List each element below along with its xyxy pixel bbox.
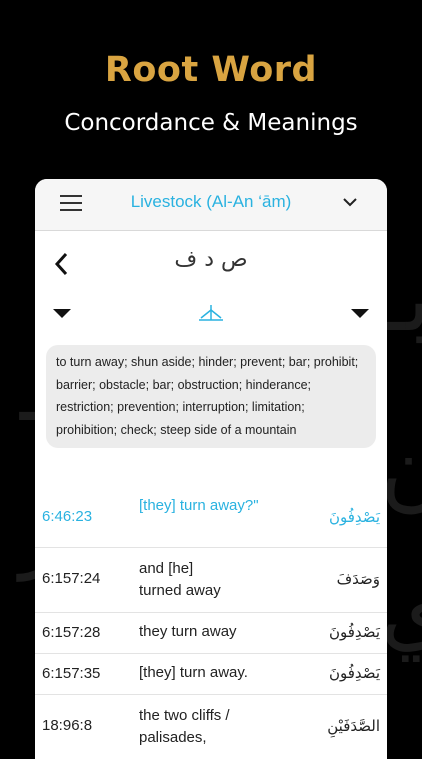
hamburger-icon[interactable] [60,195,82,213]
occurrence-gloss: [they] turn away?" [139,497,259,514]
occurrence-ref: 6:157:28 [42,624,101,641]
promo-subheadline: Concordance & Meanings [64,110,358,136]
occurrence-gloss: [they] turn away. [139,664,248,681]
occurrence-ref: 6:157:35 [42,665,101,682]
occurrence-list: 6:46:23 [they] turn away?" يَصْدِفُونَ 6… [35,489,387,755]
occurrence-arabic: الصَّدَفَيْنِ [327,717,380,735]
occurrence-arabic: يَصْدِفُونَ [329,508,380,526]
previous-root-triangle-icon[interactable] [53,309,71,318]
occurrence-ref: 6:157:24 [42,570,101,587]
occurrence-arabic: وَصَدَفَ [336,570,380,588]
occurrence-row[interactable]: 6:157:35 [they] turn away. يَصْدِفُونَ [35,654,387,695]
root-letters: ص د ف [174,247,248,272]
occurrence-gloss: the two cliffs / palisades, [139,707,230,746]
occurrence-row[interactable]: 18:96:8 the two cliffs / palisades, الصَ… [35,695,387,755]
chevron-left-icon[interactable] [52,251,72,277]
promo-headline: Root Word [104,50,318,90]
occurrence-gloss: and [he] turned away [139,560,221,599]
next-root-triangle-icon[interactable] [351,309,369,318]
occurrence-arabic: يَصْدِفُونَ [329,664,380,682]
root-tree-icon[interactable] [198,304,224,322]
occurrence-arabic: يَصْدِفُونَ [329,623,380,641]
occurrence-row[interactable]: 6:46:23 [they] turn away?" يَصْدِفُونَ [35,489,387,548]
app-screen: Livestock (Al-An ‘ām) ص د ف to turn away… [35,179,387,759]
surah-title[interactable]: Livestock (Al-An ‘ām) [95,192,327,212]
occurrence-row[interactable]: 6:157:28 they turn away يَصْدِفُونَ [35,613,387,654]
occurrence-ref: 18:96:8 [42,717,93,734]
chevron-down-icon[interactable] [342,196,358,208]
occurrence-gloss: they turn away [139,623,237,640]
top-bar: Livestock (Al-An ‘ām) [35,179,387,231]
occurrence-ref: 6:46:23 [42,508,93,525]
occurrence-row[interactable]: 6:157:24 and [he] turned away وَصَدَفَ [35,548,387,613]
meaning-box: to turn away; shun aside; hinder; preven… [46,345,376,448]
